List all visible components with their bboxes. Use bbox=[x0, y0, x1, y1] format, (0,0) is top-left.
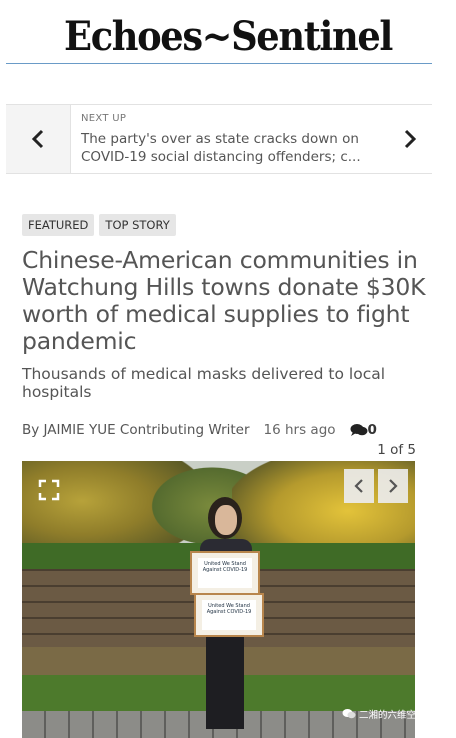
tag-top-story[interactable]: TOP STORY bbox=[99, 214, 176, 236]
next-article-button[interactable] bbox=[388, 105, 432, 173]
person-legs bbox=[206, 629, 244, 729]
article-tags: FEATURED TOP STORY bbox=[22, 214, 176, 236]
next-up-bar: NEXT UP The party's over as state cracks… bbox=[6, 104, 432, 174]
expand-icon[interactable] bbox=[38, 479, 60, 501]
wechat-icon bbox=[342, 709, 356, 719]
chevron-left-icon bbox=[354, 479, 363, 493]
tag-featured[interactable]: FEATURED bbox=[22, 214, 95, 236]
gallery-next-button[interactable] bbox=[378, 469, 408, 503]
article-photo[interactable]: United We Stand Against COVID-19 United … bbox=[22, 461, 415, 738]
publish-time: 16 hrs ago bbox=[263, 422, 336, 438]
previous-article-button[interactable] bbox=[6, 105, 71, 173]
article-subhead: Thousands of medical masks delivered to … bbox=[22, 365, 386, 401]
person-face bbox=[215, 505, 237, 535]
donation-box-label: United We Stand Against COVID-19 bbox=[202, 600, 256, 630]
author-byline[interactable]: By JAIMIE YUE Contributing Writer bbox=[22, 422, 250, 438]
site-logo[interactable]: Echoes~Sentinel bbox=[18, 14, 438, 60]
chevron-left-icon bbox=[31, 129, 44, 149]
gallery-counter: 1 of 5 bbox=[377, 442, 416, 458]
chevron-right-icon bbox=[404, 129, 417, 149]
watermark: 二湘的六维空间 bbox=[342, 707, 426, 721]
article-byline: By JAIMIE YUE Contributing Writer 16 hrs… bbox=[22, 422, 377, 438]
article-headline: Chinese-American communities in Watchung… bbox=[22, 246, 426, 355]
masthead: Echoes~Sentinel bbox=[0, 0, 456, 64]
next-up-headline[interactable]: The party's over as state cracks down on… bbox=[81, 130, 381, 166]
comment-count: 0 bbox=[367, 422, 377, 438]
donation-box-label: United We Stand Against COVID-19 bbox=[198, 558, 252, 588]
next-up-label: NEXT UP bbox=[81, 113, 127, 124]
comments-link[interactable]: 0 bbox=[350, 422, 377, 438]
gallery-previous-button[interactable] bbox=[344, 469, 374, 503]
donation-box: United We Stand Against COVID-19 bbox=[190, 551, 260, 595]
masthead-divider bbox=[6, 63, 432, 64]
comment-bubble-icon bbox=[350, 424, 368, 436]
watermark-text: 二湘的六维空间 bbox=[359, 710, 426, 721]
chevron-right-icon bbox=[389, 479, 398, 493]
donation-box: United We Stand Against COVID-19 bbox=[194, 593, 264, 637]
